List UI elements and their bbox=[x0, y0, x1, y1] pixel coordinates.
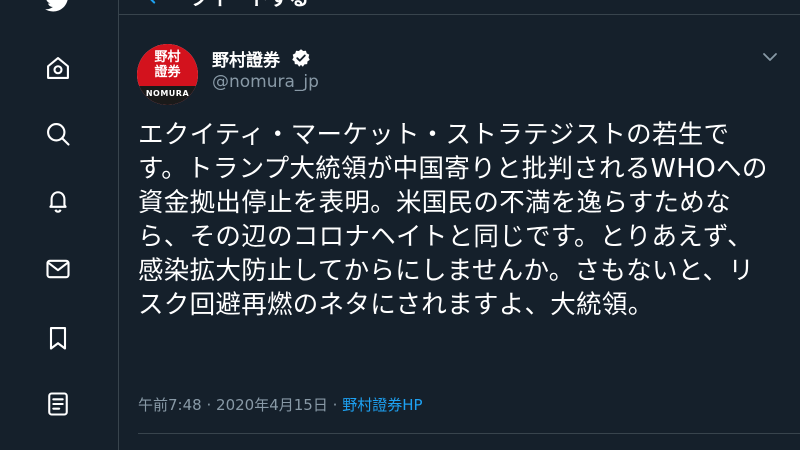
avatar-brand-text: 野村 證券 bbox=[154, 50, 181, 80]
bell-icon[interactable] bbox=[40, 183, 76, 219]
verified-badge-icon bbox=[292, 49, 310, 67]
bookmark-icon-graphic bbox=[49, 327, 67, 350]
tweet-source-link[interactable]: 野村證券HP bbox=[342, 396, 422, 414]
home-icon[interactable] bbox=[40, 50, 76, 86]
list-icon[interactable] bbox=[40, 386, 76, 422]
back-arrow-icon[interactable] bbox=[145, 0, 167, 8]
twitter-bird-icon-graphic bbox=[45, 0, 68, 12]
home-icon-graphic bbox=[47, 57, 69, 79]
bookmark-icon[interactable] bbox=[40, 320, 76, 356]
mail-icon[interactable] bbox=[40, 251, 76, 287]
tweet-header: ツイートする bbox=[119, 0, 800, 15]
tweet-date[interactable]: 2020年4月15日 bbox=[216, 396, 328, 414]
sidebar-nav bbox=[0, 0, 119, 450]
chevron-down-icon[interactable] bbox=[760, 50, 780, 64]
divider bbox=[138, 433, 800, 434]
tweet-meta: 午前7:48 · 2020年4月15日 · 野村證券HP bbox=[138, 394, 423, 415]
search-icon-graphic bbox=[47, 123, 70, 146]
twitter-bird-icon[interactable] bbox=[40, 0, 76, 20]
page-title: ツイートする bbox=[189, 0, 309, 11]
avatar-brand-sub: NOMURA bbox=[145, 89, 190, 98]
display-name[interactable]: 野村證券 bbox=[212, 46, 280, 71]
tweet-time[interactable]: 午前7:48 bbox=[138, 396, 202, 414]
mail-icon-graphic bbox=[46, 259, 70, 279]
meta-separator: · bbox=[206, 396, 212, 414]
search-icon[interactable] bbox=[40, 116, 76, 152]
list-icon-graphic bbox=[48, 392, 68, 416]
meta-separator: · bbox=[332, 396, 338, 414]
avatar[interactable]: 野村 證券 NOMURA bbox=[137, 44, 198, 105]
tweet-text: エクイティ・マーケット・ストラテジストの若生です。トランプ大統領が中国寄りと批判… bbox=[138, 120, 768, 320]
bell-icon-graphic bbox=[49, 191, 67, 213]
user-handle[interactable]: @nomura_jp bbox=[212, 72, 319, 92]
